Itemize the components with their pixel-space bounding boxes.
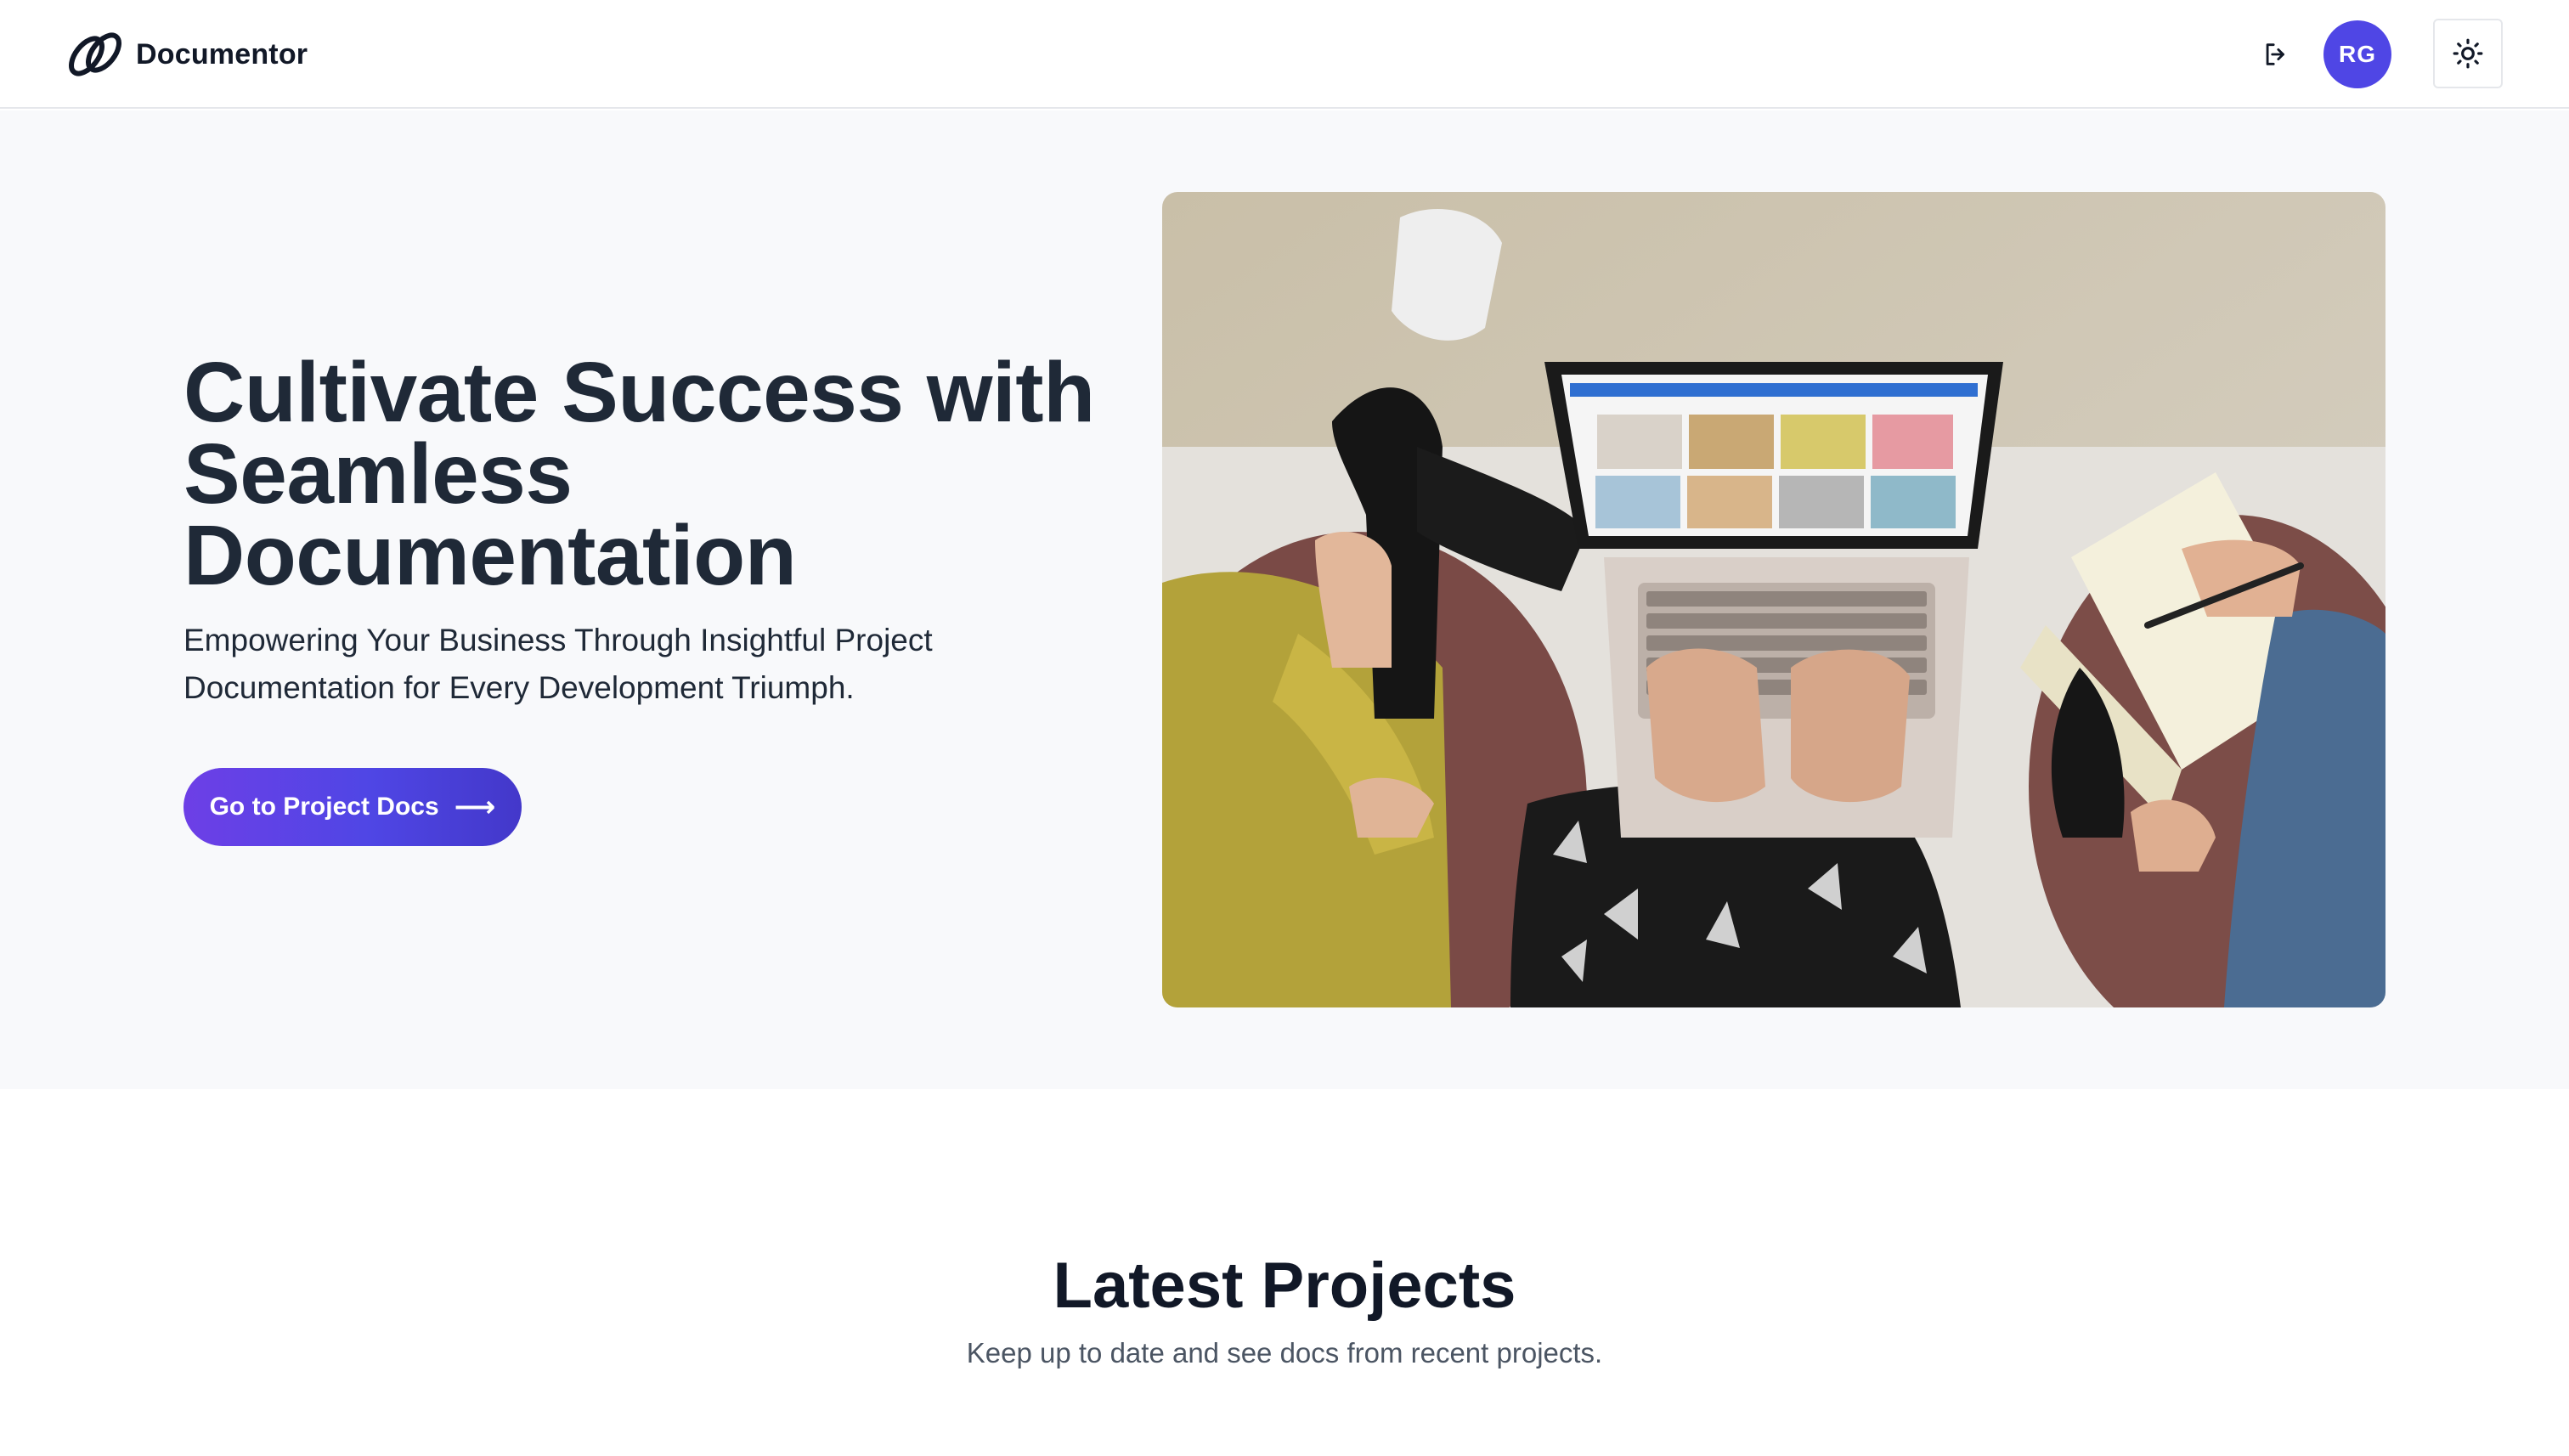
logout-icon <box>2266 43 2284 65</box>
logout-button[interactable] <box>2251 34 2301 75</box>
brand-link[interactable]: Documentor <box>66 27 308 82</box>
sun-icon <box>2453 38 2483 69</box>
go-to-project-docs-button[interactable]: Go to Project Docs ⟶ <box>184 768 522 846</box>
hero-image <box>1162 192 2386 1007</box>
top-navbar: Documentor RG <box>0 0 2569 109</box>
latest-projects-title: Latest Projects <box>1053 1250 1516 1322</box>
arrow-right-icon: ⟶ <box>454 791 496 823</box>
hero-subtitle: Empowering Your Business Through Insight… <box>184 623 933 705</box>
hero-section: Cultivate Success with Seamless Document… <box>0 110 2569 1089</box>
team-laptop-photo <box>1162 192 2386 1007</box>
hero-title: Cultivate Success with Seamless Document… <box>184 345 1095 603</box>
interlocked-rings-logo-icon <box>69 32 121 76</box>
user-avatar[interactable]: RG <box>2323 20 2391 88</box>
latest-projects-subtitle: Keep up to date and see docs from recent… <box>966 1337 1603 1369</box>
brand-name: Documentor <box>136 37 308 71</box>
theme-toggle-button[interactable] <box>2433 19 2503 88</box>
cta-label: Go to Project Docs <box>209 793 439 821</box>
